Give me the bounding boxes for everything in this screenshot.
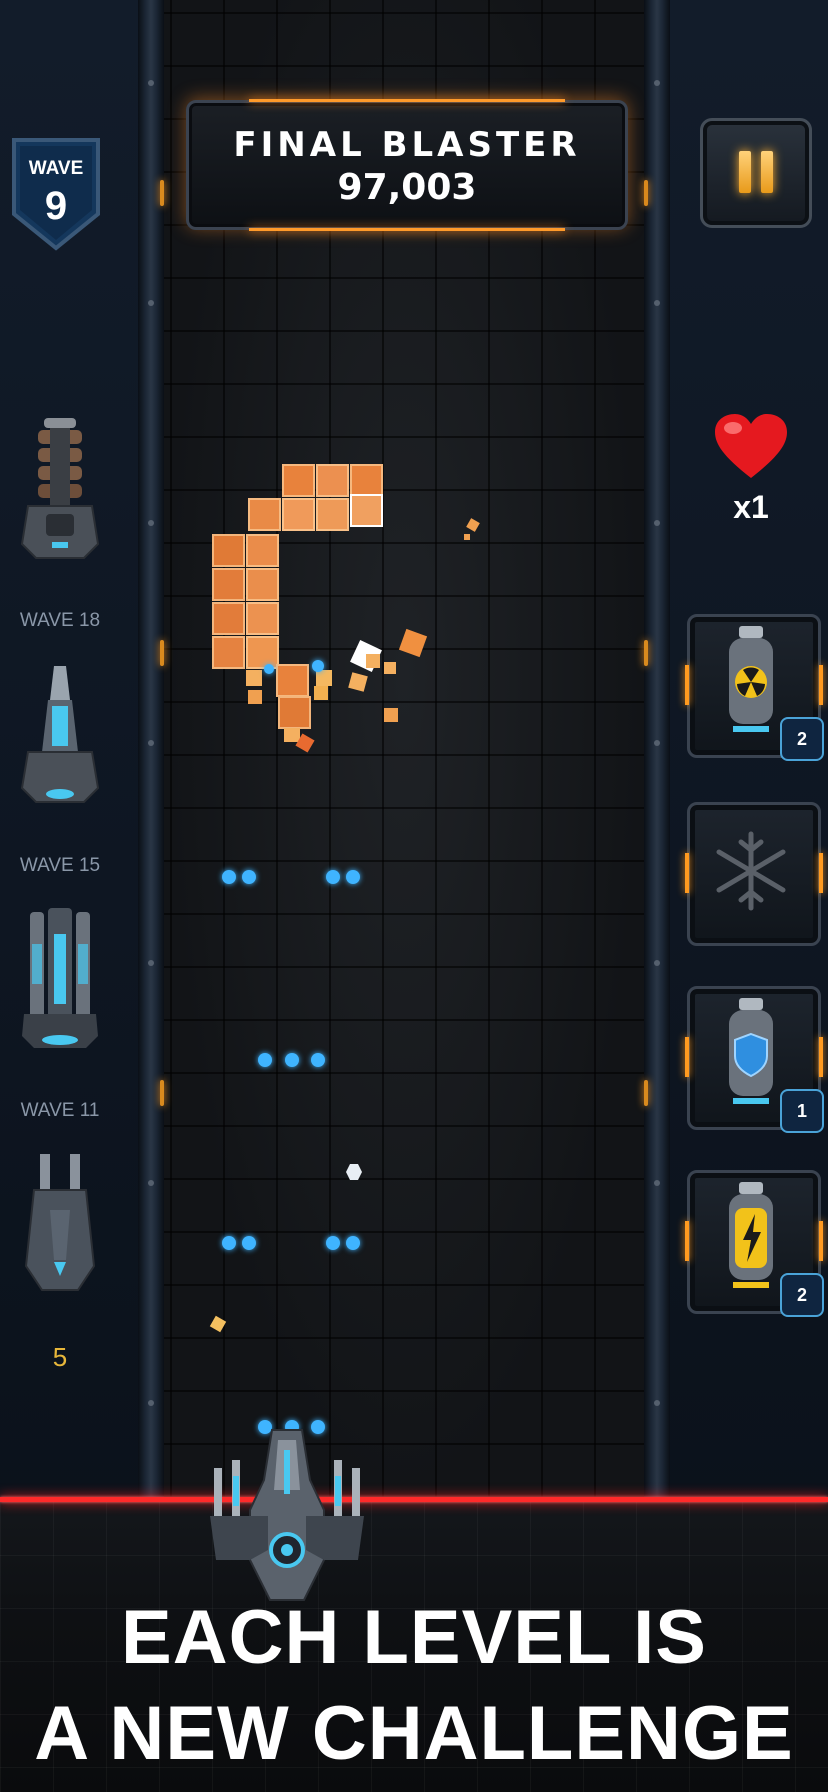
cannon-tier-2-icon[interactable]: [14, 660, 106, 810]
brick: [246, 636, 279, 669]
wave-label: WAVE: [28, 158, 84, 179]
cannon-tier-4-icon[interactable]: [14, 1150, 106, 1300]
heart-icon: [715, 414, 787, 478]
powerup-quantity-badge: 2: [780, 717, 824, 761]
left-frame-rail: [138, 0, 164, 1500]
debris: [384, 708, 398, 722]
cannon-tier-1-icon[interactable]: [14, 414, 106, 564]
brick: [212, 602, 245, 635]
brick: [212, 568, 245, 601]
tagline-line-1: EACH LEVEL IS: [121, 1595, 707, 1680]
player-ship-icon[interactable]: [206, 1420, 368, 1620]
tagline-line-2: A NEW CHALLENGE: [34, 1691, 794, 1776]
bullet: [222, 870, 236, 884]
brick: [276, 664, 309, 697]
game-title: FINAL BLASTER: [233, 125, 581, 165]
powerup-lightning-slot[interactable]: 2: [685, 1170, 824, 1317]
debris: [464, 534, 470, 540]
brick: [282, 464, 315, 497]
lives-indicator: x1: [706, 412, 796, 526]
bullet: [264, 664, 274, 674]
brick: [246, 602, 279, 635]
debris: [316, 670, 332, 686]
debris: [384, 662, 396, 674]
bullet: [346, 1236, 360, 1250]
brick: [212, 636, 245, 669]
brick: [350, 464, 383, 497]
brick: [246, 568, 279, 601]
powerup-nuke-slot[interactable]: 2: [685, 614, 824, 761]
brick: [350, 494, 383, 527]
debris: [366, 654, 380, 668]
bullet: [242, 1236, 256, 1250]
wave-badge: WAVE 9: [10, 136, 102, 252]
bullet: [311, 1053, 325, 1067]
freeze-snowflake-icon: [716, 831, 786, 911]
brick: [278, 696, 311, 729]
lives-count: x1: [733, 489, 769, 525]
weapon-unlock-label: WAVE 11: [20, 1100, 100, 1121]
cannon-tier-3-icon[interactable]: [14, 904, 106, 1054]
bullet: [258, 1053, 272, 1067]
score-value: 97,003: [337, 167, 477, 208]
debris: [248, 690, 262, 704]
bullet: [285, 1053, 299, 1067]
powerup-quantity-badge: 2: [780, 1273, 824, 1317]
bullet: [346, 870, 360, 884]
bullet: [222, 1236, 236, 1250]
debris: [314, 686, 328, 700]
brick: [316, 498, 349, 531]
pause-button[interactable]: [700, 118, 812, 228]
powerup-freeze-slot[interactable]: [685, 802, 823, 946]
bullet: [312, 660, 324, 672]
bullet: [326, 870, 340, 884]
pause-icon: [739, 151, 751, 193]
weapon-unlock-label: WAVE 18: [19, 610, 101, 631]
right-frame-rail: [644, 0, 670, 1500]
score-panel: FINAL BLASTER 97,003: [186, 99, 628, 231]
brick: [246, 534, 279, 567]
powerup-shield-slot[interactable]: 1: [685, 986, 824, 1133]
bullet: [242, 870, 256, 884]
weapon-unlock-cost: 5: [52, 1342, 68, 1372]
brick: [212, 534, 245, 567]
bullet: [326, 1236, 340, 1250]
debris: [246, 670, 262, 686]
powerup-quantity-badge: 1: [780, 1089, 824, 1133]
brick: [316, 464, 349, 497]
laser-line: [0, 1497, 828, 1502]
brick: [248, 498, 281, 531]
wave-number: 9: [44, 184, 68, 228]
brick: [282, 498, 315, 531]
weapon-unlock-label: WAVE 15: [19, 855, 101, 876]
